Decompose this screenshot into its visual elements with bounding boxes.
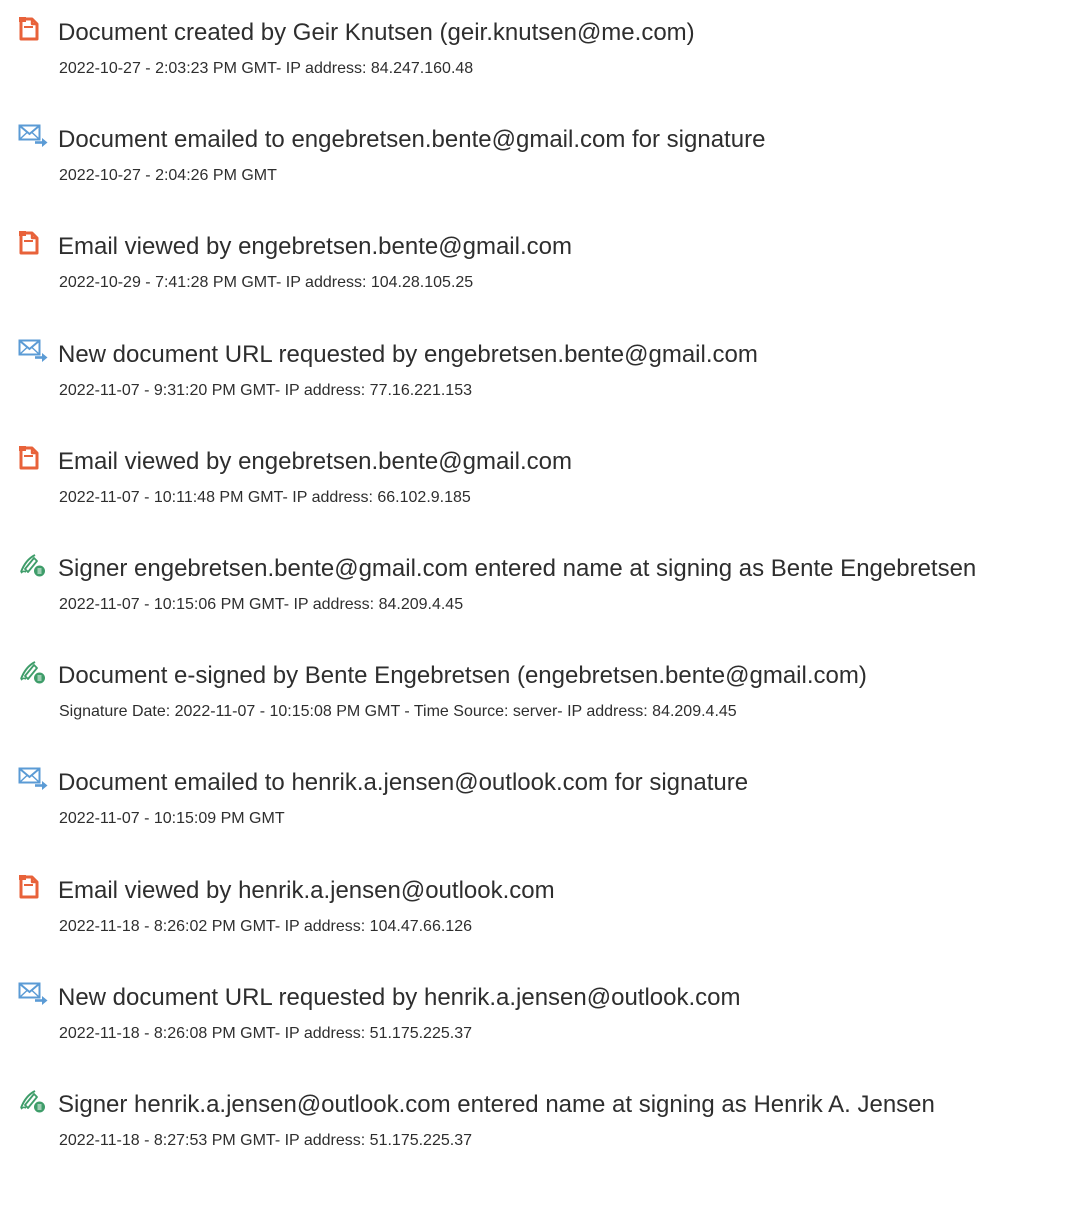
event-title: Document emailed to henrik.a.jensen@outl… bbox=[58, 769, 749, 797]
document-icon bbox=[18, 16, 52, 46]
event-detail: 2022-11-18 - 8:27:53 PM GMT- IP address:… bbox=[59, 1132, 472, 1149]
audit-event: Email viewed by henrik.a.jensen@outlook.… bbox=[0, 870, 1078, 960]
event-title: Document created by Geir Knutsen (geir.k… bbox=[58, 19, 695, 46]
signature-pen-icon bbox=[18, 552, 52, 582]
document-icon bbox=[18, 230, 52, 260]
event-detail: 2022-11-07 - 10:11:48 PM GMT- IP address… bbox=[59, 488, 471, 506]
email-icon bbox=[18, 981, 52, 1011]
event-detail: 2022-11-07 - 10:15:09 PM GMT bbox=[59, 810, 285, 828]
email-icon bbox=[18, 766, 52, 796]
event-title: Signer henrik.a.jensen@outlook.com enter… bbox=[58, 1091, 935, 1118]
document-icon bbox=[18, 445, 52, 475]
signature-pen-icon bbox=[18, 1088, 52, 1118]
document-icon bbox=[18, 874, 52, 904]
event-detail: 2022-11-07 - 10:15:06 PM GMT- IP address… bbox=[59, 596, 464, 613]
event-detail: 2022-10-27 - 2:04:26 PM GMT bbox=[59, 167, 277, 185]
audit-event: New document URL requested by engebretse… bbox=[0, 334, 1078, 424]
event-title: New document URL requested by engebretse… bbox=[58, 340, 758, 368]
event-detail: 2022-10-27 - 2:03:23 PM GMT- IP address:… bbox=[59, 60, 474, 77]
signature-pen-icon bbox=[18, 659, 52, 689]
event-title: Signer engebretsen.bente@gmail.com enter… bbox=[58, 555, 977, 582]
event-detail: 2022-11-18 - 8:26:08 PM GMT- IP address:… bbox=[59, 1024, 472, 1042]
event-detail: 2022-11-07 - 9:31:20 PM GMT- IP address:… bbox=[59, 381, 472, 399]
event-detail: Signature Date: 2022-11-07 - 10:15:08 PM… bbox=[59, 703, 737, 721]
audit-event: Signer henrik.a.jensen@outlook.com enter… bbox=[0, 1084, 1078, 1174]
event-title: Document emailed to engebretsen.bente@gm… bbox=[58, 126, 766, 154]
audit-event: Signer engebretsen.bente@gmail.com enter… bbox=[0, 548, 1078, 638]
email-icon bbox=[18, 123, 52, 153]
audit-event: New document URL requested by henrik.a.j… bbox=[0, 977, 1078, 1067]
event-title: New document URL requested by henrik.a.j… bbox=[58, 983, 741, 1011]
audit-event: Document created by Geir Knutsen (geir.k… bbox=[0, 12, 1078, 102]
audit-event: Email viewed by engebretsen.bente@gmail.… bbox=[0, 226, 1078, 316]
event-detail: 2022-10-29 - 7:41:28 PM GMT- IP address:… bbox=[59, 274, 474, 292]
event-detail: 2022-11-18 - 8:26:02 PM GMT- IP address:… bbox=[59, 917, 472, 935]
event-title: Email viewed by engebretsen.bente@gmail.… bbox=[58, 447, 572, 475]
audit-event: Document emailed to engebretsen.bente@gm… bbox=[0, 119, 1078, 209]
event-title: Email viewed by engebretsen.bente@gmail.… bbox=[58, 233, 572, 261]
audit-event-list: Document created by Geir Knutsen (geir.k… bbox=[0, 0, 1078, 1224]
event-title: Document e-signed by Bente Engebretsen (… bbox=[58, 662, 867, 690]
audit-event: Email viewed by engebretsen.bente@gmail.… bbox=[0, 441, 1078, 531]
audit-event: Document e-signed by Bente Engebretsen (… bbox=[0, 655, 1078, 745]
audit-event: Document emailed to henrik.a.jensen@outl… bbox=[0, 762, 1078, 852]
email-icon bbox=[18, 338, 52, 368]
event-title: Email viewed by henrik.a.jensen@outlook.… bbox=[58, 876, 555, 904]
